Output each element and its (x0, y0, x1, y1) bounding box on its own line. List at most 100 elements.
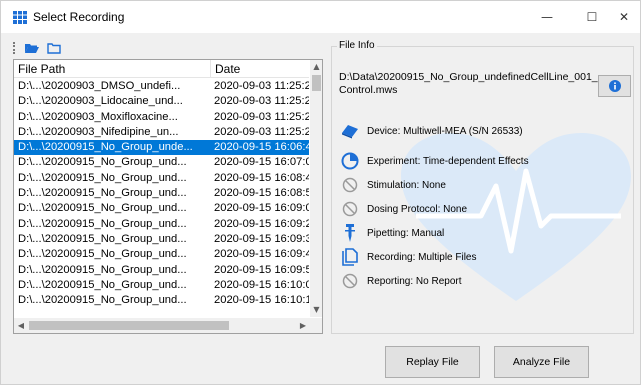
row-date: 2020-09-15 16:10:18 (214, 294, 309, 307)
row-date: 2020-09-15 16:10:06 (214, 278, 309, 291)
column-header-date[interactable]: Date (210, 60, 309, 77)
row-date: 2020-09-15 16:09:54 (214, 263, 309, 276)
row-date: 2020-09-15 16:09:20 (214, 217, 309, 230)
table-row[interactable]: D:\...\20200903_Moxifloxacine... 2020-09-… (14, 110, 309, 125)
info-experiment-text: Experiment: Time-dependent Effects (367, 155, 529, 167)
table-row[interactable]: D:\...\20200915_No_Group_und... 2020-09-1… (14, 278, 309, 293)
new-folder-icon[interactable] (47, 42, 61, 54)
info-item-pipetting: Pipetting: Manual (341, 224, 444, 242)
replay-file-button[interactable]: Replay File (385, 346, 480, 378)
scroll-corner (310, 318, 322, 333)
reporting-disabled-icon (341, 272, 359, 290)
info-item-experiment: Experiment: Time-dependent Effects (341, 152, 529, 170)
table-row[interactable]: D:\...\20200915_No_Group_und... 2020-09-1… (14, 171, 309, 186)
info-device-text: Device: Multiwell-MEA (S/N 26533) (367, 125, 523, 137)
row-file-path: D:\...\20200915_No_Group_und... (18, 217, 187, 230)
row-file-path: D:\...\20200915_No_Group_und... (18, 232, 187, 245)
row-file-path: D:\...\20200915_No_Group_unde... (18, 141, 193, 154)
scroll-down-icon[interactable]: ▼ (310, 303, 322, 317)
row-file-path: D:\...\20200915_No_Group_und... (18, 202, 187, 215)
info-pipetting-text: Pipetting: Manual (367, 227, 445, 239)
table-row[interactable]: D:\...\20200903_Lidocaine_und... 2020-09-… (14, 94, 309, 109)
device-icon (341, 122, 359, 140)
row-file-path: D:\...\20200903_Moxifloxacine... (18, 110, 178, 123)
row-date: 2020-09-15 16:08:56 (214, 187, 309, 200)
row-file-path: D:\...\20200915_No_Group_und... (18, 156, 187, 169)
info-item-reporting: Reporting: No Report (341, 272, 462, 290)
table-row[interactable]: D:\...\20200915_No_Group_und... 2020-09-1… (14, 186, 309, 201)
row-date: 2020-09-15 16:07:00 (214, 156, 309, 169)
file-path-line-2: Control.mws (339, 84, 398, 96)
row-file-path: D:\...\20200903_Lidocaine_und... (18, 95, 183, 108)
row-file-path: D:\...\20200915_No_Group_und... (18, 187, 187, 200)
row-date: 2020-09-15 16:06:48 (214, 141, 309, 154)
window-title: Select Recording (33, 10, 125, 24)
row-file-path: D:\...\20200915_No_Group_und... (18, 294, 187, 307)
info-item-dosing: Dosing Protocol: None (341, 200, 467, 218)
row-date: 2020-09-15 16:09:43 (214, 248, 309, 261)
table-row[interactable]: D:\...\20200915_No_Group_und... 2020-09-1… (14, 217, 309, 232)
table-row-selected[interactable]: D:\...\20200915_No_Group_unde... 2020-09-… (14, 140, 309, 156)
row-date: 2020-09-03 11:25:28 (214, 110, 309, 123)
row-date: 2020-09-15 16:08:45 (214, 171, 309, 184)
vertical-scroll-thumb[interactable] (312, 75, 321, 91)
stimulation-disabled-icon (341, 176, 359, 194)
table-row[interactable]: D:\...\20200915_No_Group_und... 2020-09-1… (14, 201, 309, 216)
table-row[interactable]: D:\...\20200915_No_Group_und... 2020-09-1… (14, 263, 309, 278)
toolbar-grip (13, 42, 15, 54)
scroll-left-icon[interactable]: ◀ (14, 318, 28, 333)
analyze-file-button[interactable]: Analyze File (494, 346, 589, 378)
maximize-icon: ☐ (586, 10, 598, 24)
row-file-path: D:\...\20200915_No_Group_und... (18, 263, 187, 276)
info-dosing-text: Dosing Protocol: None (367, 203, 468, 215)
files-icon (341, 248, 359, 266)
file-info-legend: File Info (337, 40, 377, 51)
vertical-scrollbar[interactable]: ▲ ▼ (310, 60, 322, 317)
minimize-button[interactable]: — (527, 1, 567, 33)
info-item-device: Device: Multiwell-MEA (S/N 26533) (341, 122, 523, 140)
row-file-path: D:\...\20200903_DMSO_undefi... (18, 80, 181, 92)
row-date: 2020-09-15 16:09:08 (214, 202, 309, 215)
list-header: File Path Date (14, 60, 309, 78)
horizontal-scroll-thumb[interactable] (29, 321, 229, 330)
row-file-path: D:\...\20200915_No_Group_und... (18, 171, 187, 184)
row-date: 2020-09-03 11:25:28 (214, 95, 309, 108)
app-grid-icon (13, 11, 27, 24)
row-date: 2020-09-15 16:09:31 (214, 232, 309, 245)
selected-file-path: D:\Data\20200915_No_Group_undefinedCellL… (339, 71, 598, 97)
horizontal-scrollbar[interactable]: ◀ ▶ (14, 318, 310, 333)
title-bar: Select Recording — ☐ ✕ (1, 1, 640, 33)
table-row[interactable]: D:\...\20200915_No_Group_und... 2020-09-1… (14, 232, 309, 247)
close-icon: ✕ (618, 10, 630, 24)
dosing-disabled-icon (341, 200, 359, 218)
row-file-path: D:\...\20200915_No_Group_und... (18, 278, 187, 291)
scroll-up-icon[interactable]: ▲ (310, 60, 322, 74)
file-info-button[interactable] (598, 75, 631, 97)
open-folder-icon[interactable] (25, 42, 39, 54)
info-reporting-text: Reporting: No Report (367, 275, 462, 287)
table-row[interactable]: D:\...\20200915_No_Group_und... 2020-09-1… (14, 155, 309, 170)
info-stimulation-text: Stimulation: None (367, 179, 446, 191)
row-date: 2020-09-03 11:25:28 (214, 80, 309, 92)
table-row[interactable]: D:\...\20200915_No_Group_und... 2020-09-1… (14, 293, 309, 308)
close-button[interactable]: ✕ (604, 1, 641, 33)
table-row[interactable]: D:\...\20200915_No_Group_und... 2020-09-1… (14, 247, 309, 262)
row-date: 2020-09-03 11:25:28 (214, 125, 309, 138)
list-rows: D:\...\20200903_DMSO_undefi... 2020-09-03… (14, 79, 309, 308)
file-path-line-1: D:\Data\20200915_No_Group_undefinedCellL… (339, 71, 598, 83)
recording-list[interactable]: File Path Date D:\...\20200903_DMSO_unde… (13, 59, 323, 334)
scroll-right-icon[interactable]: ▶ (296, 318, 310, 333)
minimize-icon: — (541, 10, 553, 24)
info-item-recording: Recording: Multiple Files (341, 248, 477, 266)
pipette-icon (341, 224, 359, 242)
info-icon (608, 80, 621, 92)
table-row[interactable]: D:\...\20200903_DMSO_undefi... 2020-09-03… (14, 79, 309, 94)
select-recording-window: Select Recording — ☐ ✕ File Path Date D:… (0, 0, 641, 385)
experiment-clock-icon (341, 152, 359, 170)
toolbar (13, 39, 61, 57)
row-file-path: D:\...\20200903_Nifedipine_un... (18, 125, 179, 138)
row-file-path: D:\...\20200915_No_Group_und... (18, 248, 187, 261)
column-header-file-path[interactable]: File Path (14, 60, 210, 77)
info-recording-text: Recording: Multiple Files (367, 251, 477, 263)
table-row[interactable]: D:\...\20200903_Nifedipine_un... 2020-09-… (14, 125, 309, 140)
